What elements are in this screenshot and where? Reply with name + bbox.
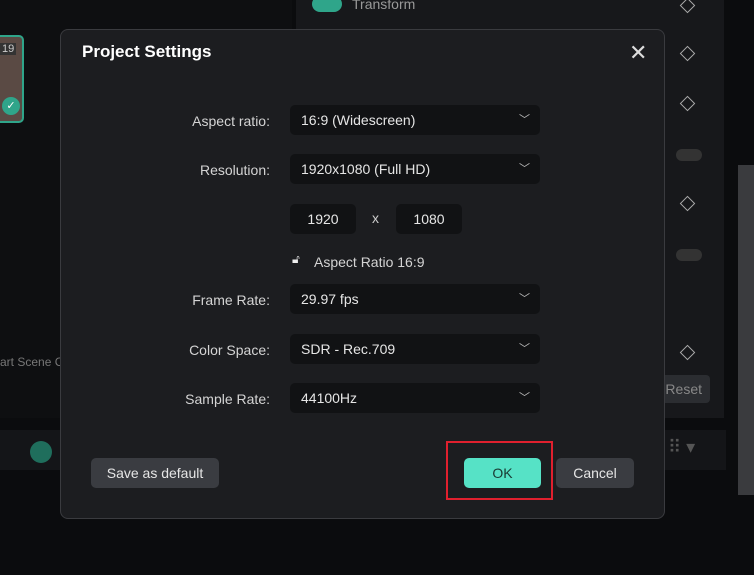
transform-label: Transform <box>352 0 416 12</box>
color-space-select[interactable]: SDR - Rec.709 ﹀ <box>290 334 540 364</box>
toggle[interactable] <box>676 149 702 161</box>
ok-button[interactable]: OK <box>464 458 541 488</box>
resolution-select[interactable]: 1920x1080 (Full HD) ﹀ <box>290 154 540 184</box>
color-space-value: SDR - Rec.709 <box>301 341 396 357</box>
times-label: x <box>372 210 379 226</box>
cancel-button[interactable]: Cancel <box>556 458 634 488</box>
grid-icon[interactable]: ⠿ ▾ <box>668 437 695 458</box>
dialog-title: Project Settings <box>82 42 212 61</box>
transform-toggle[interactable] <box>312 0 342 12</box>
save-as-default-button[interactable]: Save as default <box>91 458 219 488</box>
aspect-lock-label: Aspect Ratio 16:9 <box>314 254 425 270</box>
chevron-down-icon: ﹀ <box>519 114 530 126</box>
close-icon[interactable]: ✕ <box>629 40 647 66</box>
chevron-down-icon: ﹀ <box>519 163 530 175</box>
chevron-down-icon: ﹀ <box>519 392 530 404</box>
ai-robot-icon[interactable] <box>30 441 52 463</box>
aspect-ratio-label: Aspect ratio: <box>192 113 270 129</box>
thumb-badge: 19 <box>0 43 17 55</box>
chevron-down-icon: ﹀ <box>519 293 530 305</box>
frame-rate-label: Frame Rate: <box>192 292 270 308</box>
resolution-value: 1920x1080 (Full HD) <box>301 161 431 177</box>
project-settings-dialog: Project Settings ✕ Aspect ratio: 16:9 (W… <box>60 29 665 519</box>
scrollbar[interactable] <box>738 165 754 495</box>
resolution-label: Resolution: <box>199 162 270 178</box>
aspect-ratio-select[interactable]: 16:9 (Widescreen) ﹀ <box>290 105 540 135</box>
media-thumbnail[interactable]: 19 ✓ <box>0 35 24 123</box>
check-icon: ✓ <box>2 97 20 115</box>
frame-rate-select[interactable]: 29.97 fps ﹀ <box>290 284 540 314</box>
color-space-label: Color Space: <box>189 342 270 358</box>
frame-rate-value: 29.97 fps <box>301 291 359 307</box>
sample-rate-label: Sample Rate: <box>185 391 270 407</box>
unlock-icon[interactable]: 🔓︎ <box>292 252 300 267</box>
reset-button[interactable]: Reset <box>660 375 710 403</box>
width-input[interactable]: 1920 <box>290 204 356 234</box>
height-input[interactable]: 1080 <box>396 204 462 234</box>
scene-detect-label: art Scene C <box>0 355 64 369</box>
sample-rate-select[interactable]: 44100Hz ﹀ <box>290 383 540 413</box>
aspect-ratio-value: 16:9 (Widescreen) <box>301 112 416 128</box>
chevron-down-icon: ﹀ <box>519 343 530 355</box>
sample-rate-value: 44100Hz <box>301 390 358 406</box>
toggle[interactable] <box>676 249 702 261</box>
